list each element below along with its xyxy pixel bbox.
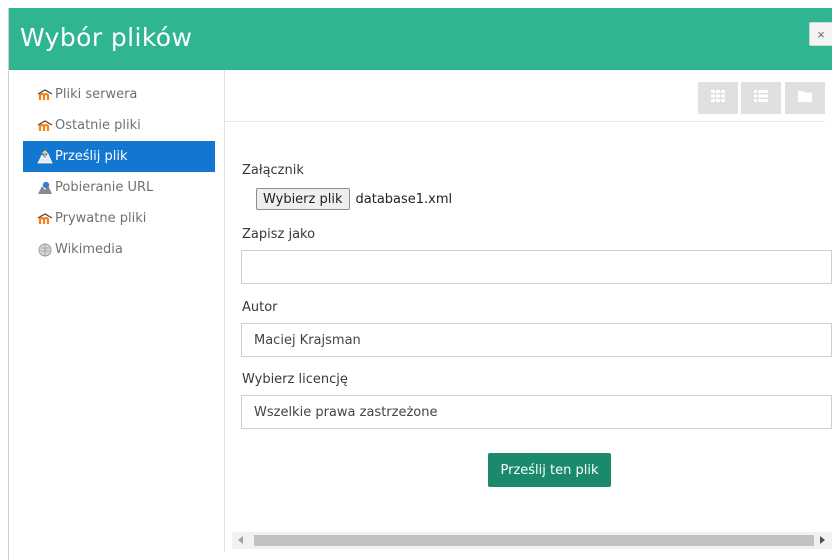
- choose-file-button[interactable]: Wybierz plik: [256, 188, 350, 210]
- save-as-input[interactable]: [241, 250, 832, 284]
- scroll-right-arrow-icon[interactable]: [820, 536, 825, 544]
- horizontal-scrollbar[interactable]: [232, 532, 832, 549]
- sidebar-item-url-download[interactable]: Pobieranie URL: [23, 172, 215, 203]
- license-select[interactable]: Wszelkie prawa zastrzeżone: [241, 395, 832, 429]
- list-view-icon: [754, 89, 768, 107]
- folder-view-button[interactable]: [785, 82, 825, 114]
- sidebar-item-upload-file[interactable]: Prześlij plik: [23, 141, 215, 172]
- sidebar-item-label: Pliki serwera: [55, 87, 138, 102]
- scroll-left-arrow-icon[interactable]: [238, 536, 243, 544]
- selected-file-name: database1.xml: [355, 191, 453, 207]
- sidebar-item-label: Pobieranie URL: [55, 180, 154, 195]
- grid-view-button[interactable]: [698, 82, 738, 114]
- url-download-icon: [37, 180, 53, 196]
- sidebar-item-private-files[interactable]: Prywatne pliki: [23, 203, 215, 234]
- author-input[interactable]: Maciej Krajsman: [241, 323, 832, 357]
- save-as-label: Zapisz jako: [242, 227, 316, 242]
- sidebar-item-label: Prywatne pliki: [55, 211, 147, 226]
- moodle-icon: [37, 211, 53, 227]
- attachment-label: Załącznik: [242, 163, 304, 178]
- sidebar-item-label: Ostatnie pliki: [55, 118, 141, 133]
- folder-view-icon: [798, 89, 812, 107]
- dialog-title: Wybór plików: [20, 23, 193, 52]
- sidebar-item-wikimedia[interactable]: Wikimedia: [23, 234, 215, 265]
- file-chooser: Wybierz plik database1.xml: [256, 188, 452, 210]
- grid-view-icon: [711, 89, 725, 107]
- view-toolbar: [225, 70, 825, 122]
- list-view-button[interactable]: [741, 82, 781, 114]
- dialog-header: Wybór plików ×: [9, 8, 832, 70]
- author-label: Autor: [242, 300, 278, 315]
- license-label: Wybierz licencję: [242, 372, 348, 387]
- repository-sidebar: Pliki serwera Ostatnie pliki Prześlij pl…: [23, 79, 215, 265]
- sidebar-item-server-files[interactable]: Pliki serwera: [23, 79, 215, 110]
- close-icon: ×: [817, 26, 825, 42]
- wikimedia-icon: [37, 242, 53, 258]
- upload-icon: [37, 149, 53, 165]
- moodle-icon: [37, 87, 53, 103]
- scrollbar-thumb[interactable]: [254, 535, 814, 546]
- sidebar-item-recent-files[interactable]: Ostatnie pliki: [23, 110, 215, 141]
- upload-submit-button[interactable]: Prześlij ten plik: [488, 453, 611, 487]
- close-button[interactable]: ×: [809, 22, 832, 46]
- moodle-icon: [37, 118, 53, 134]
- sidebar-item-label: Prześlij plik: [55, 149, 128, 164]
- sidebar-item-label: Wikimedia: [55, 242, 123, 257]
